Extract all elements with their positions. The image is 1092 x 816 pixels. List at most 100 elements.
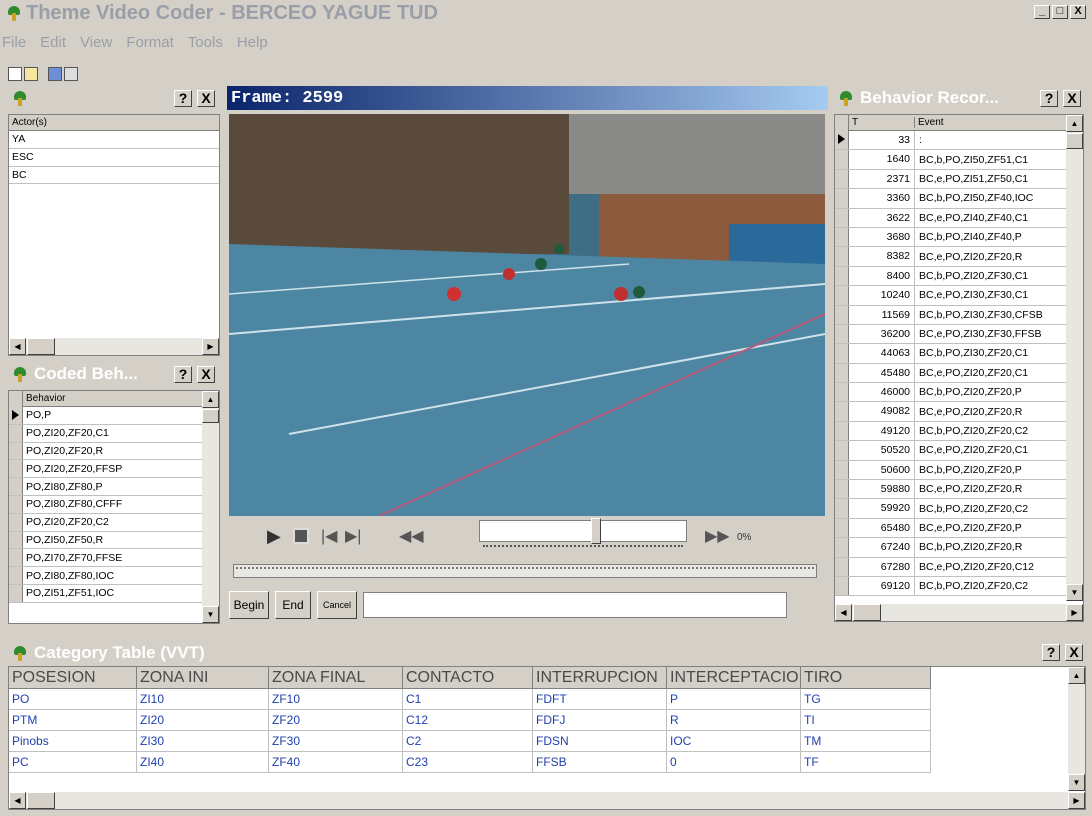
scroll-left-icon[interactable]: ◀ [835, 604, 852, 621]
category-cell[interactable]: FDFT [533, 689, 667, 710]
category-cell[interactable]: R [667, 710, 801, 731]
behavior-row[interactable]: 59880 BC,e,PO,ZI20,ZF20,R [835, 480, 1083, 500]
rewind-icon[interactable]: ◀◀ [399, 526, 424, 546]
menu-file[interactable]: File [2, 34, 26, 56]
actor-row[interactable]: BC [9, 167, 219, 185]
behavior-row[interactable]: 65480 BC,e,PO,ZI20,ZF20,P [835, 518, 1083, 539]
category-column-header[interactable]: INTERCEPTACIO [667, 667, 801, 689]
category-cell[interactable]: 0 [667, 752, 801, 773]
behavior-help-button[interactable]: ? [1040, 90, 1058, 107]
category-cell[interactable]: ZF30 [269, 731, 403, 752]
menu-view[interactable]: View [80, 34, 112, 56]
category-column-header[interactable]: INTERRUPCION [533, 667, 667, 689]
category-column-header[interactable]: POSESION [9, 667, 137, 689]
behavior-row[interactable]: 8400 BC,b,PO,ZI20,ZF30,C1 [835, 266, 1083, 287]
behavior-vscrollbar[interactable]: ▲ ▼ [1066, 115, 1083, 601]
behavior-row[interactable]: 45480 BC,e,PO,ZI20,ZF20,C1 [835, 363, 1083, 384]
play-icon[interactable]: ▶ [267, 526, 281, 547]
coded-row[interactable]: PO,ZI80,ZF80,IOC [9, 567, 219, 585]
behavior-row[interactable]: 36200 BC,e,PO,ZI30,ZF30,FFSB [835, 324, 1083, 345]
category-cell[interactable]: TF [801, 752, 931, 773]
new-file-icon[interactable] [8, 67, 22, 81]
category-column-header[interactable]: CONTACTO [403, 667, 533, 689]
coded-row[interactable]: PO,ZI20,ZF20,FFSP [9, 460, 219, 479]
category-cell[interactable]: Pinobs [9, 731, 137, 752]
step-back-icon[interactable]: |◀ [321, 526, 337, 546]
scroll-right-icon[interactable]: ▶ [1068, 792, 1085, 809]
category-column-header[interactable]: ZONA INI [137, 667, 269, 689]
category-cell[interactable]: ZI20 [137, 710, 269, 731]
category-cell[interactable]: ZI30 [137, 731, 269, 752]
category-cell[interactable]: C12 [403, 710, 533, 731]
scroll-left-icon[interactable]: ◀ [9, 338, 26, 355]
behavior-hscrollbar[interactable]: ◀ ▶ [835, 604, 1083, 621]
menu-help[interactable]: Help [237, 34, 268, 56]
maximize-button[interactable]: □ [1052, 5, 1068, 19]
behavior-row[interactable]: 69120 BC,b,PO,ZI20,ZF20,C2 [835, 576, 1083, 597]
actors-help-button[interactable]: ? [174, 90, 192, 107]
category-close-button[interactable]: X [1065, 644, 1083, 661]
behavior-row[interactable]: 50520 BC,e,PO,ZI20,ZF20,C1 [835, 441, 1083, 461]
category-help-button[interactable]: ? [1042, 644, 1060, 661]
category-cell[interactable]: TG [801, 689, 931, 710]
behavior-row[interactable]: 11569 BC,b,PO,ZI30,ZF30,CFSB [835, 305, 1083, 325]
category-cell[interactable]: TM [801, 731, 931, 752]
coded-row[interactable]: PO,ZI20,ZF20,C1 [9, 424, 219, 443]
behavior-row[interactable]: 59920 BC,b,PO,ZI20,ZF20,C2 [835, 499, 1083, 519]
coded-help-button[interactable]: ? [174, 366, 192, 383]
coded-row[interactable]: PO,ZI20,ZF20,C2 [9, 513, 219, 532]
category-cell[interactable]: ZF10 [269, 689, 403, 710]
coded-row[interactable]: PO,ZI50,ZF50,R [9, 531, 219, 550]
behavior-row[interactable]: 8382 BC,e,PO,ZI20,ZF20,R [835, 247, 1083, 267]
menu-tools[interactable]: Tools [188, 34, 223, 56]
cancel-button[interactable]: Cancel [317, 591, 357, 619]
category-cell[interactable]: TI [801, 710, 931, 731]
edit-icon[interactable] [64, 67, 78, 81]
end-button[interactable]: End [275, 591, 311, 619]
coded-row[interactable]: PO,P [9, 407, 219, 425]
category-hscrollbar[interactable]: ◀ ▶ [9, 792, 1085, 809]
scroll-thumb[interactable] [27, 792, 55, 809]
minimize-button[interactable]: _ [1034, 5, 1050, 19]
category-cell[interactable]: FDFJ [533, 710, 667, 731]
scroll-left-icon[interactable]: ◀ [9, 792, 26, 809]
scroll-down-icon[interactable]: ▼ [202, 606, 219, 623]
scroll-thumb[interactable] [27, 338, 55, 355]
category-cell[interactable]: ZF40 [269, 752, 403, 773]
category-cell[interactable]: PC [9, 752, 137, 773]
category-column-header[interactable]: TIRO [801, 667, 931, 689]
category-cell[interactable]: ZI10 [137, 689, 269, 710]
coded-row[interactable]: PO,ZI80,ZF80,P [9, 478, 219, 496]
behavior-close-button[interactable]: X [1063, 90, 1081, 107]
behavior-row[interactable]: 10240 BC,e,PO,ZI30,ZF30,C1 [835, 286, 1083, 306]
scroll-thumb[interactable] [202, 409, 219, 423]
begin-button[interactable]: Begin [229, 591, 269, 619]
coded-row[interactable]: PO,ZI80,ZF80,CFFF [9, 495, 219, 514]
menu-edit[interactable]: Edit [40, 34, 66, 56]
coded-close-button[interactable]: X [197, 366, 215, 383]
scroll-thumb[interactable] [1066, 133, 1083, 149]
scroll-up-icon[interactable]: ▲ [1066, 115, 1083, 132]
coded-row[interactable]: PO,ZI70,ZF70,FFSE [9, 549, 219, 568]
actor-row[interactable]: YA [9, 131, 219, 149]
scroll-right-icon[interactable]: ▶ [202, 338, 219, 355]
category-cell[interactable]: PO [9, 689, 137, 710]
behavior-row[interactable]: 33: [835, 131, 1083, 151]
category-cell[interactable]: ZI40 [137, 752, 269, 773]
category-cell[interactable]: C2 [403, 731, 533, 752]
fast-forward-icon[interactable]: ▶▶ [705, 526, 730, 546]
behavior-row[interactable]: 49082 BC,e,PO,ZI20,ZF20,R [835, 402, 1083, 422]
behavior-row[interactable]: 3622 BC,e,PO,ZI40,ZF40,C1 [835, 208, 1083, 228]
behavior-row[interactable]: 3360 BC,b,PO,ZI50,ZF40,IOC [835, 189, 1083, 209]
coded-row[interactable]: PO,ZI51,ZF51,IOC [9, 584, 219, 603]
behavior-row[interactable]: 3680 BC,b,PO,ZI40,ZF40,P [835, 227, 1083, 248]
category-vscrollbar[interactable]: ▲ ▼ [1068, 667, 1085, 791]
coded-row[interactable]: PO,ZI20,ZF20,R [9, 442, 219, 461]
category-cell[interactable]: FDSN [533, 731, 667, 752]
category-cell[interactable]: C1 [403, 689, 533, 710]
slider-thumb[interactable] [591, 518, 601, 544]
actors-close-button[interactable]: X [197, 90, 215, 107]
behavior-row[interactable]: 49120 BC,b,PO,ZI20,ZF20,C2 [835, 421, 1083, 442]
category-cell[interactable]: P [667, 689, 801, 710]
scroll-up-icon[interactable]: ▲ [1068, 667, 1085, 684]
